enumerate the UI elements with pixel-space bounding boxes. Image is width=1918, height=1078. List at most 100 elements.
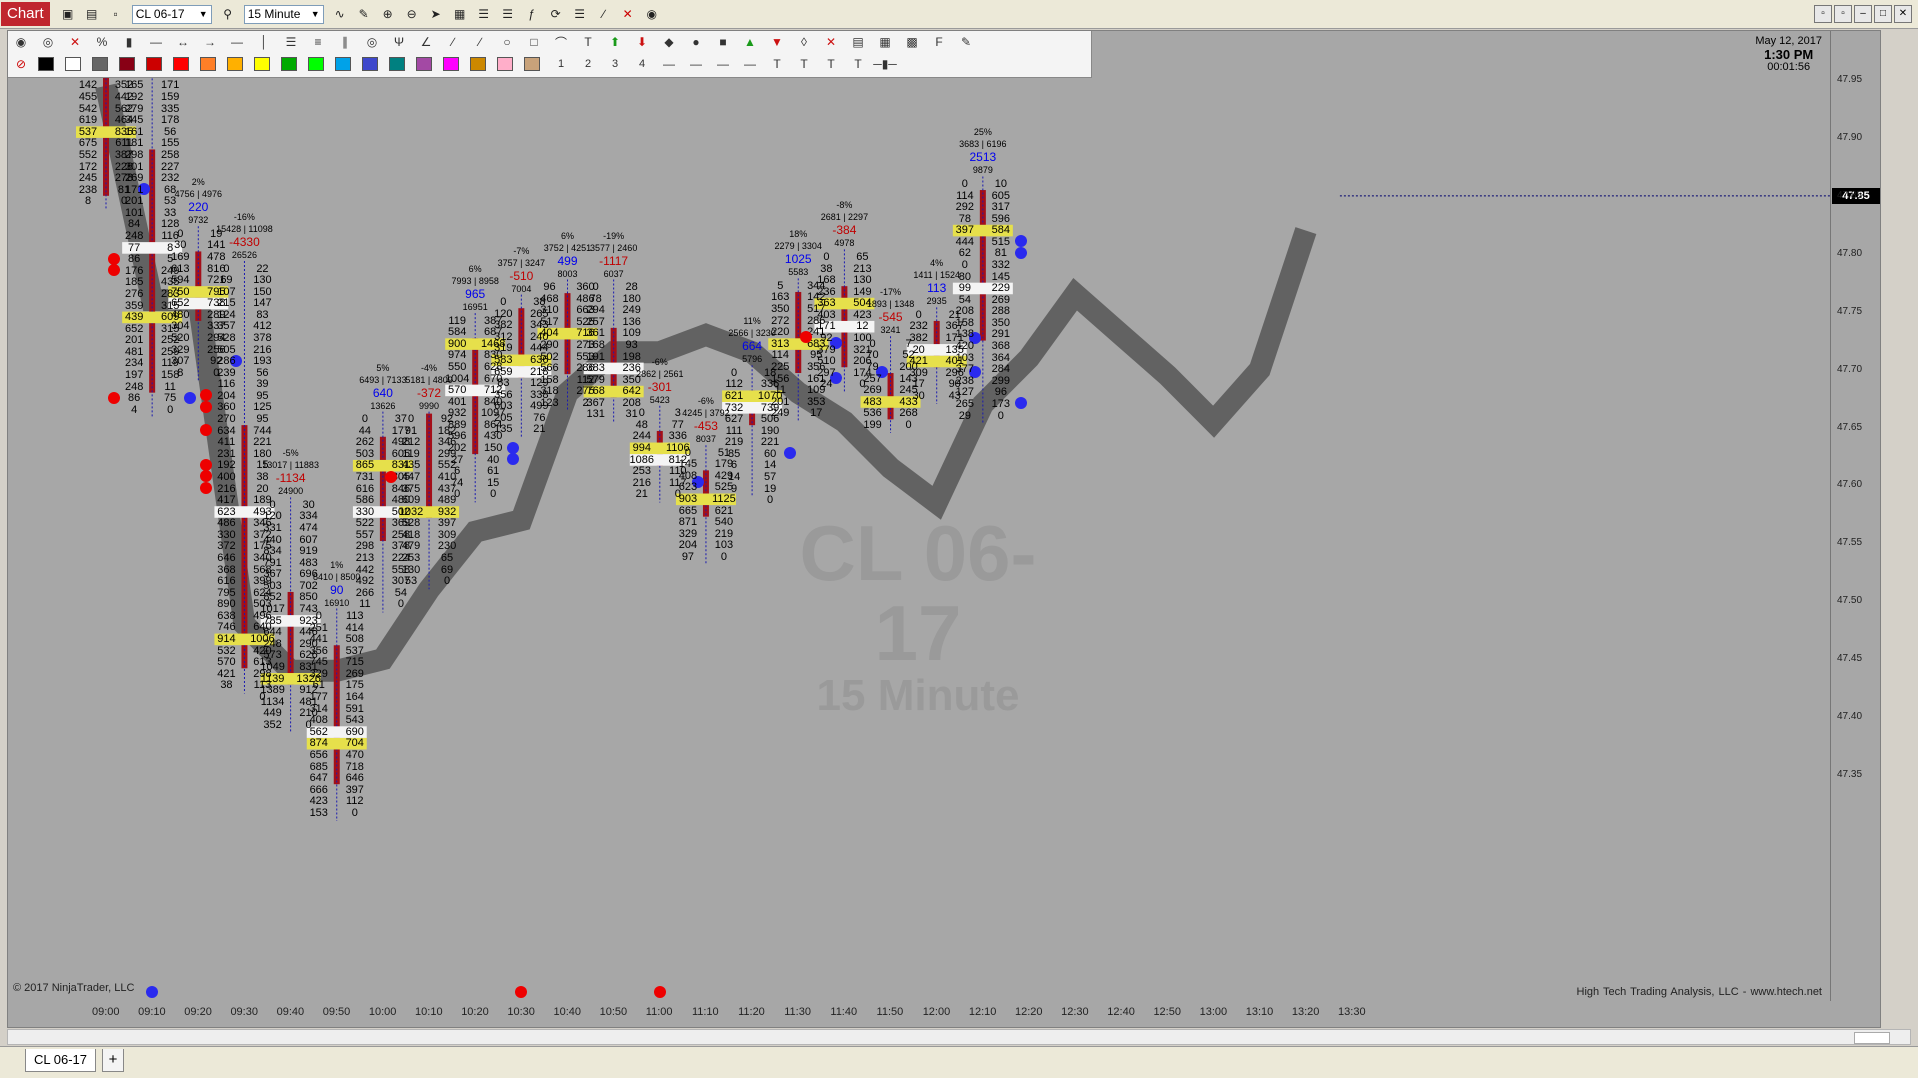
color-swatch[interactable] xyxy=(281,57,297,71)
color-swatch[interactable] xyxy=(524,57,540,71)
tab-cl-06-17[interactable]: CL 06-17 xyxy=(25,1049,96,1072)
instrument-selector[interactable]: CL 06-17 ▼ xyxy=(131,4,212,24)
pencil-icon[interactable]: ✎ xyxy=(956,33,976,51)
signal-icon[interactable]: ◊ xyxy=(794,33,814,51)
close-x-icon[interactable]: ✕ xyxy=(619,5,637,23)
line-dashdot-icon[interactable]: — xyxy=(713,55,733,73)
add-tab-button[interactable]: + xyxy=(102,1049,124,1072)
color-swatch[interactable] xyxy=(200,57,216,71)
line-width-option[interactable]: 1 xyxy=(551,55,571,73)
tile-icon[interactable]: ▫ xyxy=(1834,5,1852,23)
arrow-down-icon[interactable]: ⬇ xyxy=(632,33,652,51)
cycle-icon[interactable]: ∠ xyxy=(416,33,436,51)
minimize-icon[interactable]: – xyxy=(1854,5,1872,23)
data-box-icon[interactable]: ▩ xyxy=(902,33,922,51)
trend-channel-icon[interactable]: ∕ xyxy=(443,33,463,51)
color-swatch[interactable] xyxy=(65,57,81,71)
line-width-option[interactable]: 3 xyxy=(605,55,625,73)
color-swatch[interactable] xyxy=(308,57,324,71)
extended-line-icon[interactable]: ↔ xyxy=(173,33,193,51)
opacity-slider[interactable]: ─▮─ xyxy=(873,55,897,73)
close-icon[interactable]: ✕ xyxy=(1894,5,1912,23)
color-swatch[interactable] xyxy=(443,57,459,71)
vertical-line-icon[interactable]: │ xyxy=(254,33,274,51)
globe-icon[interactable]: ◉ xyxy=(643,5,661,23)
reload-icon[interactable]: ⟳ xyxy=(547,5,565,23)
color-swatch[interactable] xyxy=(38,57,54,71)
line-dash-icon[interactable]: — xyxy=(686,55,706,73)
regression-icon[interactable]: ◎ xyxy=(362,33,382,51)
ruler-icon[interactable]: ∕ xyxy=(595,5,613,23)
diamond-icon[interactable]: ◆ xyxy=(659,33,679,51)
zoom-in-icon[interactable]: ⊕ xyxy=(379,5,397,23)
color-swatch[interactable] xyxy=(497,57,513,71)
print-icon[interactable]: ▤ xyxy=(83,5,101,23)
fib-icon[interactable]: ≡ xyxy=(308,33,328,51)
color-swatch[interactable] xyxy=(416,57,432,71)
color-swatch[interactable] xyxy=(389,57,405,71)
line-dot-icon[interactable]: — xyxy=(740,55,760,73)
risk-reward-icon[interactable]: ▤ xyxy=(848,33,868,51)
horizontal-line-icon[interactable]: ― xyxy=(227,33,247,51)
chart-plot-area[interactable]: CL 06-17 15 Minute 211061423524554425425… xyxy=(7,30,1881,1002)
interval-selector[interactable]: 15 Minute ▼ xyxy=(243,4,324,24)
parallel-icon[interactable]: ∕ xyxy=(470,33,490,51)
ray-icon[interactable]: — xyxy=(146,33,166,51)
list-icon[interactable]: ☰ xyxy=(571,5,589,23)
eye-plus-icon[interactable]: ◎ xyxy=(38,33,58,51)
snapshot-icon[interactable]: ▦ xyxy=(875,33,895,51)
pencil-icon[interactable]: ✎ xyxy=(355,5,373,23)
color-swatch[interactable] xyxy=(335,57,351,71)
lock-icon[interactable]: ▫ xyxy=(107,5,125,23)
color-swatch[interactable] xyxy=(146,57,162,71)
italic-icon[interactable]: T xyxy=(794,55,814,73)
bars-icon[interactable]: ☰ xyxy=(475,5,493,23)
zoom-out-icon[interactable]: ⊖ xyxy=(403,5,421,23)
data-box-icon[interactable]: ▦ xyxy=(451,5,469,23)
camera-icon[interactable]: ▣ xyxy=(59,5,77,23)
horizontal-scrollbar[interactable] xyxy=(7,1029,1911,1045)
dot-icon[interactable]: ● xyxy=(686,33,706,51)
andrews-icon[interactable]: Ψ xyxy=(389,33,409,51)
text-icon[interactable]: T xyxy=(578,33,598,51)
pitchfork-icon[interactable]: ☰ xyxy=(281,33,301,51)
square-icon[interactable]: ■ xyxy=(713,33,733,51)
line-width-option[interactable]: 4 xyxy=(632,55,652,73)
restore-icon[interactable]: ▫ xyxy=(1814,5,1832,23)
ellipse-icon[interactable]: ○ xyxy=(497,33,517,51)
text-box-icon[interactable]: T xyxy=(767,55,787,73)
remove-icon[interactable]: ✕ xyxy=(821,33,841,51)
arc-icon[interactable]: ⌒ xyxy=(551,33,571,51)
triangle-down-icon[interactable]: ▼ xyxy=(767,33,787,51)
color-swatch[interactable] xyxy=(92,57,108,71)
scrollbar-thumb[interactable] xyxy=(1854,1032,1890,1044)
triangle-up-icon[interactable]: ▲ xyxy=(740,33,760,51)
time-axis[interactable]: 09:00 09:10 09:20 09:30 09:40 09:50 10:00 10:10… xyxy=(7,1001,1881,1028)
maximize-icon[interactable]: □ xyxy=(1874,5,1892,23)
line-width-option[interactable]: 2 xyxy=(578,55,598,73)
indicators-icon[interactable]: ƒ xyxy=(523,5,541,23)
percent-icon[interactable]: % xyxy=(92,33,112,51)
marker-icon[interactable]: ▮ xyxy=(119,33,139,51)
color-swatch[interactable] xyxy=(227,57,243,71)
arrow-line-icon[interactable]: → xyxy=(200,33,220,51)
no-draw-icon[interactable]: ⊘ xyxy=(11,55,31,73)
color-swatch[interactable] xyxy=(362,57,378,71)
cursor-icon[interactable]: ➤ xyxy=(427,5,445,23)
rectangle-icon[interactable]: □ xyxy=(524,33,544,51)
color-swatch[interactable] xyxy=(470,57,486,71)
arrow-up-icon[interactable]: ⬆ xyxy=(605,33,625,51)
search-icon[interactable]: ⚲ xyxy=(219,5,237,23)
properties-icon[interactable]: F xyxy=(929,33,949,51)
italic-bold-icon[interactable]: T xyxy=(821,55,841,73)
price-axis[interactable]: 47.85 47.95 47.90 47.85 47.80 47.75 47.70 47.6… xyxy=(1830,31,1880,1001)
line-solid-icon[interactable]: — xyxy=(659,55,679,73)
color-swatch[interactable] xyxy=(254,57,270,71)
chart-style-icon[interactable]: ∿ xyxy=(331,5,349,23)
color-swatch[interactable] xyxy=(119,57,135,71)
x-icon[interactable]: ✕ xyxy=(65,33,85,51)
eye-icon[interactable]: ◉ xyxy=(11,33,31,51)
gann-icon[interactable]: ∥ xyxy=(335,33,355,51)
strategies-icon[interactable]: ☰ xyxy=(499,5,517,23)
text-icon[interactable]: T xyxy=(848,55,868,73)
